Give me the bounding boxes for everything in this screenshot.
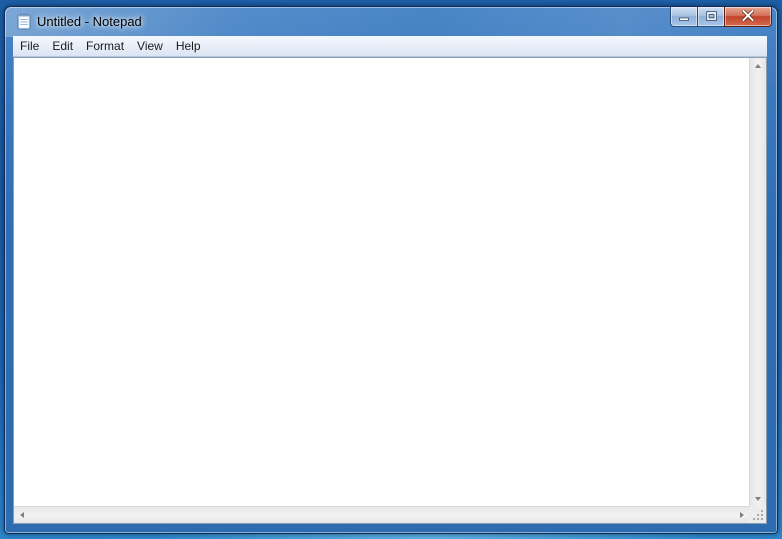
close-icon xyxy=(741,8,755,26)
minimize-button[interactable] xyxy=(670,7,697,27)
maximize-button[interactable] xyxy=(697,7,724,27)
menu-file[interactable]: File xyxy=(14,36,45,56)
notepad-window: Untitled - Notepad File Edit Format View… xyxy=(4,6,778,534)
caption-buttons xyxy=(670,7,772,27)
resize-grip[interactable] xyxy=(749,506,766,523)
close-button[interactable] xyxy=(724,7,772,27)
editor-frame xyxy=(13,57,767,524)
scroll-down-icon[interactable] xyxy=(755,497,761,501)
grip-dot xyxy=(761,510,763,512)
menu-format[interactable]: Format xyxy=(80,36,130,56)
title-bar[interactable]: Untitled - Notepad xyxy=(5,7,777,36)
minimize-icon xyxy=(679,8,689,26)
grip-dot xyxy=(757,518,759,520)
text-editor[interactable] xyxy=(14,58,750,507)
grip-dot xyxy=(753,518,755,520)
notepad-icon[interactable] xyxy=(17,13,31,30)
scroll-left-icon[interactable] xyxy=(20,512,24,518)
scroll-right-icon[interactable] xyxy=(740,512,744,518)
grip-dot xyxy=(757,514,759,516)
maximize-icon xyxy=(705,8,717,26)
window-title: Untitled - Notepad xyxy=(37,14,142,29)
scroll-up-icon[interactable] xyxy=(755,64,761,68)
horizontal-scrollbar[interactable] xyxy=(14,506,750,523)
menu-view[interactable]: View xyxy=(131,36,169,56)
menu-help[interactable]: Help xyxy=(170,36,207,56)
vertical-scrollbar[interactable] xyxy=(749,58,766,507)
grip-dot xyxy=(761,514,763,516)
menu-edit[interactable]: Edit xyxy=(46,36,79,56)
menu-bar: File Edit Format View Help xyxy=(13,36,767,57)
grip-dot xyxy=(761,518,763,520)
